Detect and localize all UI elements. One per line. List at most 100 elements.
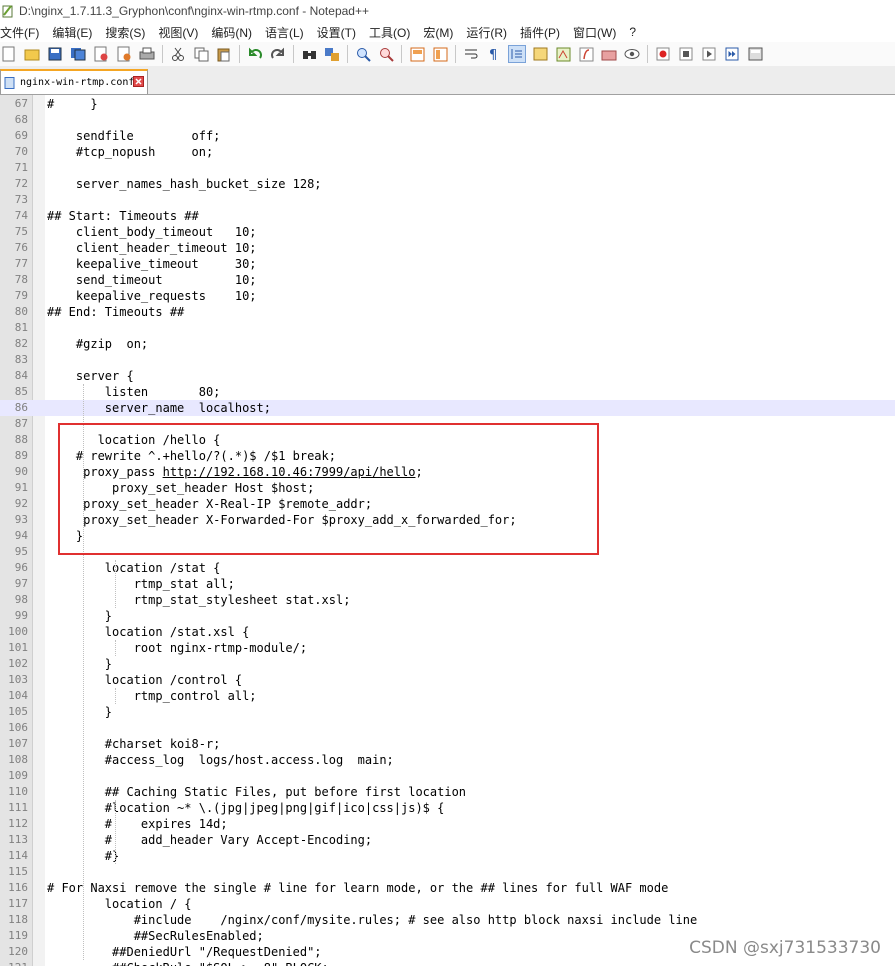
code-line[interactable]: 74 ## Start: Timeouts ## [0,208,895,224]
code-line[interactable]: 82 #gzip on; [0,336,895,352]
undo-icon[interactable] [247,46,263,62]
word-wrap-icon[interactable] [463,46,479,62]
menu-encoding[interactable]: 编码(N) [211,24,252,41]
save-icon[interactable] [47,46,63,62]
code-line[interactable]: 113 # add_header Vary Accept-Encoding; [0,832,895,848]
code-text: } [47,704,112,720]
menu-search[interactable]: 搜索(S) [105,24,145,41]
record-macro-icon[interactable] [655,46,671,62]
code-line[interactable]: 117 location / { [0,896,895,912]
find-icon[interactable] [301,46,317,62]
code-line[interactable]: 73 [0,192,895,208]
line-number: 98 [14,593,28,606]
code-line[interactable]: 96 location /stat { [0,560,895,576]
open-file-icon[interactable] [24,46,40,62]
menu-file[interactable]: 文件(F) [0,24,39,41]
code-line[interactable]: 105 } [0,704,895,720]
code-line[interactable]: 72 server_names_hash_bucket_size 128; [0,176,895,192]
code-line[interactable]: 121 ##CheckRule "$SQL >= 8" BLOCK; [0,960,895,966]
menu-tools[interactable]: 工具(O) [369,24,410,41]
code-line[interactable]: 83 [0,352,895,368]
code-line[interactable]: 76 client_header_timeout 10; [0,240,895,256]
close-all-icon[interactable] [116,46,132,62]
zoom-out-icon[interactable] [378,46,394,62]
code-line[interactable]: 104 rtmp_control all; [0,688,895,704]
code-line[interactable]: 118 #include /nginx/conf/mysite.rules; #… [0,912,895,928]
code-line[interactable]: 75 client_body_timeout 10; [0,224,895,240]
code-line[interactable]: 108 #access_log logs/host.access.log mai… [0,752,895,768]
menu-view[interactable]: 视图(V) [158,24,198,41]
folder-as-workspace-icon[interactable] [601,46,617,62]
code-line[interactable]: 69 sendfile off; [0,128,895,144]
code-editor[interactable]: 67 # } 68 69 sendfile off; 70 #tcp_nopush on… [0,95,895,966]
save-macro-icon[interactable] [747,46,763,62]
line-number: 90 [14,465,28,478]
code-line[interactable]: 107 #charset koi8-r; [0,736,895,752]
sync-horizontal-icon[interactable] [432,46,448,62]
code-line[interactable]: 106 [0,720,895,736]
code-line[interactable]: 81 [0,320,895,336]
code-line[interactable]: 79 keepalive_requests 10; [0,288,895,304]
sync-vertical-icon[interactable] [409,46,425,62]
code-line[interactable]: 115 [0,864,895,880]
code-line[interactable]: 77 keepalive_timeout 30; [0,256,895,272]
close-icon[interactable] [133,76,144,87]
code-text: #gzip on; [47,336,148,352]
code-line[interactable]: 85 listen 80; [0,384,895,400]
code-line[interactable]: 102 } [0,656,895,672]
menu-settings[interactable]: 设置(T) [317,24,356,41]
code-line[interactable]: 100 location /stat.xsl { [0,624,895,640]
save-all-icon[interactable] [70,46,86,62]
paste-icon[interactable] [216,46,232,62]
code-line[interactable]: 101 root nginx-rtmp-module/; [0,640,895,656]
code-line[interactable]: 103 location /control { [0,672,895,688]
highlight-annotation-box [58,423,599,555]
code-line[interactable]: 97 rtmp_stat all; [0,576,895,592]
playback-macro-icon[interactable] [701,46,717,62]
code-line[interactable]: 84 server { [0,368,895,384]
code-line[interactable]: 110 ## Caching Static Files, put before … [0,784,895,800]
menu-edit[interactable]: 编辑(E) [52,24,92,41]
menu-help[interactable]: ? [629,25,636,39]
menu-run[interactable]: 运行(R) [466,24,507,41]
menu-window[interactable]: 窗口(W) [573,24,616,41]
code-line[interactable]: 111 #location ~* \.(jpg|jpeg|png|gif|ico… [0,800,895,816]
tab-nginx-win-rtmp-conf[interactable]: nginx-win-rtmp.conf [0,69,148,94]
line-number: 76 [14,241,28,254]
close-file-icon[interactable] [93,46,109,62]
replace-icon[interactable] [324,46,340,62]
code-line[interactable]: 116 # For Naxsi remove the single # line … [0,880,895,896]
code-text: ## End: Timeouts ## [47,304,184,320]
indent-guide-icon[interactable] [508,45,526,63]
zoom-in-icon[interactable] [355,46,371,62]
document-map-icon[interactable] [555,46,571,62]
line-number: 74 [14,209,28,222]
copy-icon[interactable] [193,46,209,62]
code-line[interactable]: 70 #tcp_nopush on; [0,144,895,160]
print-icon[interactable] [139,46,155,62]
function-list-icon[interactable] [578,46,594,62]
show-all-characters-icon[interactable]: ¶ [486,46,502,62]
line-number: 110 [8,785,28,798]
code-line[interactable]: 68 [0,112,895,128]
code-line[interactable]: 109 [0,768,895,784]
code-line[interactable]: 112 # expires 14d; [0,816,895,832]
code-line[interactable]: 80 ## End: Timeouts ## [0,304,895,320]
code-line[interactable]: 71 [0,160,895,176]
code-line[interactable]: 98 rtmp_stat_stylesheet stat.xsl; [0,592,895,608]
code-line[interactable]: 67 # } [0,96,895,112]
code-line[interactable]: 114 #} [0,848,895,864]
new-file-icon[interactable] [1,46,17,62]
code-line[interactable]: 99 } [0,608,895,624]
user-defined-language-icon[interactable] [532,46,548,62]
monitoring-icon[interactable] [624,46,640,62]
redo-icon[interactable] [270,46,286,62]
code-line[interactable]: 86 server_name localhost; [0,400,895,416]
code-line[interactable]: 78 send_timeout 10; [0,272,895,288]
cut-icon[interactable] [170,46,186,62]
stop-recording-icon[interactable] [678,46,694,62]
menu-plugins[interactable]: 插件(P) [520,24,560,41]
menu-language[interactable]: 语言(L) [265,24,304,41]
run-macro-multiple-icon[interactable] [724,46,740,62]
menu-macro[interactable]: 宏(M) [423,24,453,41]
